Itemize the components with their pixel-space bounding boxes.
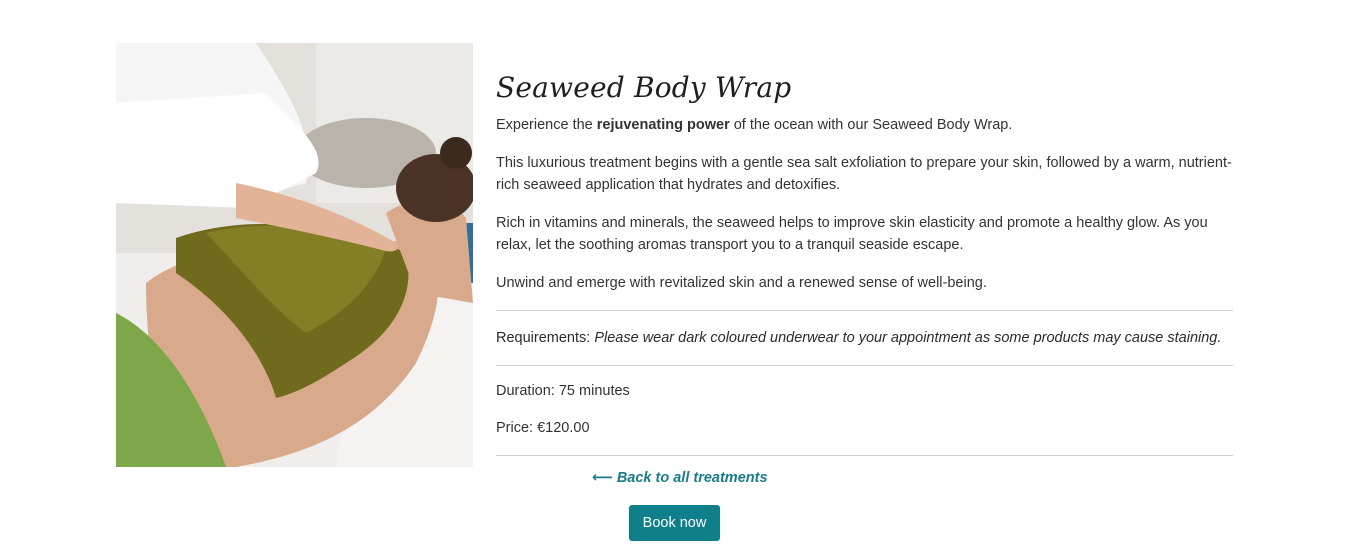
treatment-details: Seaweed Body Wrap Experience the rejuven… xyxy=(496,68,1233,456)
treatment-page: Seaweed Body Wrap Experience the rejuven… xyxy=(0,0,1348,555)
treatment-photo xyxy=(116,43,473,467)
intro-paragraph: Experience the rejuvenating power of the… xyxy=(496,114,1233,136)
description-paragraph-3: Unwind and emerge with revitalized skin … xyxy=(496,275,987,291)
intro-text-start: Experience the xyxy=(496,117,597,133)
treatment-title: Seaweed Body Wrap xyxy=(496,71,792,104)
requirements-text: Please wear dark coloured underwear to y… xyxy=(594,330,1222,346)
back-to-treatments-link[interactable]: ⟵ Back to all treatments xyxy=(592,468,768,488)
intro-bold-text: rejuvenating power xyxy=(596,117,730,133)
divider-bottom xyxy=(496,455,1233,456)
requirements-label: Requirements: xyxy=(496,330,595,346)
duration: Duration: 75 minutes xyxy=(496,383,630,399)
description-paragraph-1: This luxurious treatment begins with a g… xyxy=(496,155,1232,193)
treatment-meta: Duration: 75 minutes Price: €120.00 xyxy=(496,366,1233,455)
description-paragraph-2: Rich in vitamins and minerals, the seawe… xyxy=(496,215,1208,253)
requirements: Requirements: Please wear dark coloured … xyxy=(496,311,1233,365)
price: Price: €120.00 xyxy=(496,420,590,436)
book-now-button[interactable]: Book now xyxy=(629,505,720,541)
intro-text-end: of the ocean with our Seaweed Body Wrap. xyxy=(729,117,1013,133)
